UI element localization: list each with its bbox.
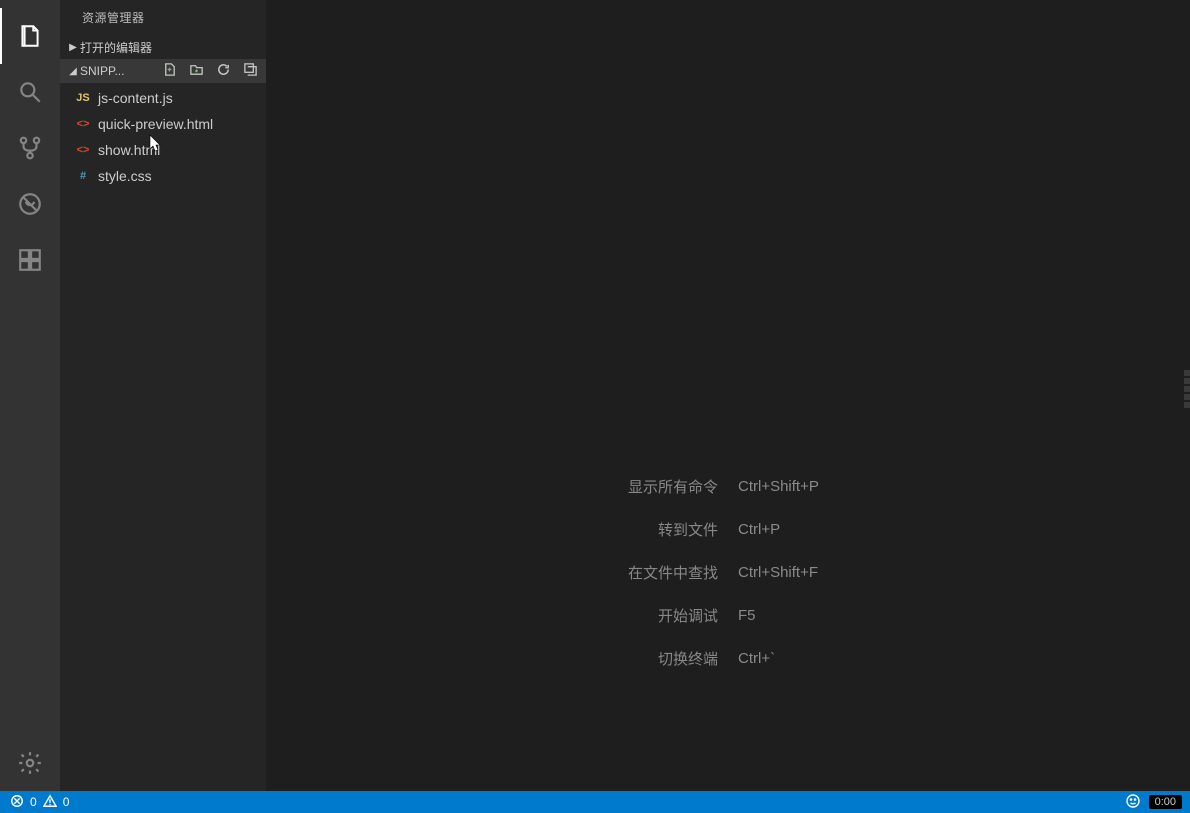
search-tab-icon[interactable] — [0, 64, 60, 120]
file-item[interactable]: <> show.html — [60, 137, 266, 163]
hint-label: 切换终端 — [266, 648, 738, 669]
error-count[interactable]: 0 — [30, 795, 37, 809]
sidebar-title: 资源管理器 — [60, 0, 266, 35]
file-name: style.css — [98, 168, 152, 184]
shortcut-hint: 开始调试F5 — [266, 605, 1190, 626]
minimap-placeholder — [1184, 370, 1190, 430]
file-type-icon: # — [74, 170, 92, 182]
folder-section-header[interactable]: ◢ SNIPP... — [60, 59, 266, 83]
new-file-icon[interactable] — [162, 62, 177, 80]
time-indicator[interactable]: 0:00 — [1149, 795, 1182, 809]
activity-bar — [0, 0, 60, 791]
hint-keybinding: Ctrl+Shift+P — [738, 478, 819, 495]
welcome-shortcut-hints: 显示所有命令Ctrl+Shift+P转到文件Ctrl+P在文件中查找Ctrl+S… — [266, 476, 1190, 669]
hint-keybinding: Ctrl+` — [738, 650, 775, 667]
file-name: js-content.js — [98, 90, 173, 106]
shortcut-hint: 切换终端Ctrl+` — [266, 648, 1190, 669]
explorer-tab-icon[interactable] — [0, 8, 60, 64]
warning-icon[interactable] — [43, 794, 57, 811]
status-bar: 0 0 0:00 — [0, 791, 1190, 813]
file-tree: JS js-content.js <> quick-preview.html <> sho… — [60, 83, 266, 189]
shortcut-hint: 在文件中查找Ctrl+Shift+F — [266, 562, 1190, 583]
refresh-icon[interactable] — [216, 62, 231, 80]
file-type-icon: <> — [74, 118, 92, 130]
file-name: show.html — [98, 142, 160, 158]
hint-label: 开始调试 — [266, 605, 738, 626]
file-item[interactable]: # style.css — [60, 163, 266, 189]
shortcut-hint: 显示所有命令Ctrl+Shift+P — [266, 476, 1190, 497]
chevron-right-icon: ▶ — [66, 42, 80, 53]
new-folder-icon[interactable] — [189, 62, 204, 80]
file-type-icon: <> — [74, 144, 92, 156]
hint-label: 在文件中查找 — [266, 562, 738, 583]
hint-keybinding: Ctrl+P — [738, 521, 780, 538]
folder-label: SNIPP... — [80, 64, 162, 78]
file-item[interactable]: JS js-content.js — [60, 85, 266, 111]
chevron-down-icon: ◢ — [66, 66, 80, 77]
extensions-tab-icon[interactable] — [0, 232, 60, 288]
hint-keybinding: Ctrl+Shift+F — [738, 564, 818, 581]
warning-count[interactable]: 0 — [63, 795, 70, 809]
settings-gear-icon[interactable] — [0, 735, 60, 791]
hint-keybinding: F5 — [738, 607, 756, 624]
hint-label: 转到文件 — [266, 519, 738, 540]
editor-area: 显示所有命令Ctrl+Shift+P转到文件Ctrl+P在文件中查找Ctrl+S… — [266, 0, 1190, 791]
feedback-smiley-icon[interactable] — [1125, 793, 1141, 812]
debug-tab-icon[interactable] — [0, 176, 60, 232]
open-editors-section-header[interactable]: ▶ 打开的编辑器 — [60, 35, 266, 59]
file-name: quick-preview.html — [98, 116, 213, 132]
explorer-sidebar: 资源管理器 ▶ 打开的编辑器 ◢ SNIPP... — [60, 0, 266, 791]
source-control-tab-icon[interactable] — [0, 120, 60, 176]
shortcut-hint: 转到文件Ctrl+P — [266, 519, 1190, 540]
file-type-icon: JS — [74, 92, 92, 104]
file-item[interactable]: <> quick-preview.html — [60, 111, 266, 137]
open-editors-label: 打开的编辑器 — [80, 39, 266, 56]
hint-label: 显示所有命令 — [266, 476, 738, 497]
collapse-all-icon[interactable] — [243, 62, 258, 80]
error-icon[interactable] — [10, 794, 24, 811]
